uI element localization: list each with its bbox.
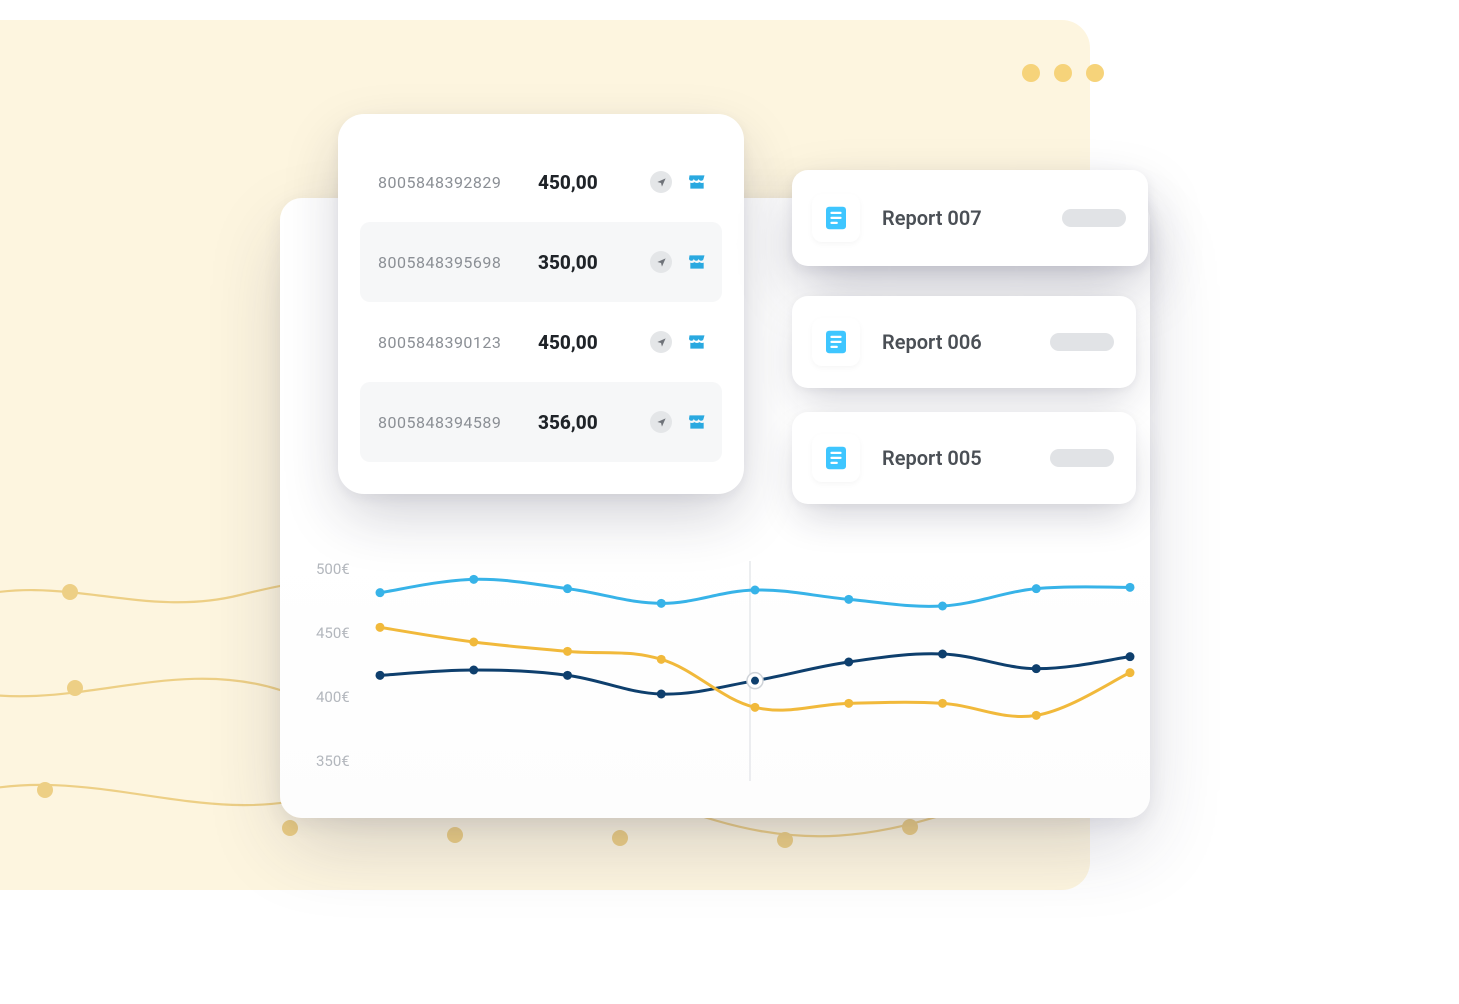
chart-point <box>751 703 760 712</box>
transaction-row[interactable]: 8005848394589 356,00 <box>360 382 722 462</box>
location-arrow-icon[interactable] <box>650 251 672 273</box>
chart-point <box>1032 711 1041 720</box>
chart-point <box>751 586 760 595</box>
window-traffic-dots <box>1022 64 1104 82</box>
transaction-row[interactable]: 8005848390123 450,00 <box>360 302 722 382</box>
chart-y-tick: 350€ <box>316 752 350 770</box>
chart-point <box>469 666 478 675</box>
report-meta-placeholder <box>1050 449 1114 467</box>
report-label: Report 005 <box>882 446 982 470</box>
report-label: Report 007 <box>882 206 982 230</box>
report-meta-placeholder <box>1050 333 1114 351</box>
transaction-id: 8005848392829 <box>378 173 538 192</box>
chart-point <box>657 599 666 608</box>
transaction-row[interactable]: 8005848392829 450,00 <box>360 142 722 222</box>
transaction-amount: 356,00 <box>538 411 628 434</box>
document-icon <box>812 318 860 366</box>
chart-point <box>1126 583 1135 592</box>
chart-point <box>1032 664 1041 673</box>
store-icon[interactable] <box>686 411 708 433</box>
chart-point <box>563 584 572 593</box>
chart-y-tick: 400€ <box>316 688 350 706</box>
report-card[interactable]: Report 007 <box>792 170 1148 266</box>
stage: 500€ 450€ 400€ 350€ 8005848392829 450,00… <box>0 0 1459 1004</box>
chart-y-tick: 500€ <box>316 560 350 578</box>
traffic-dot <box>1022 64 1040 82</box>
chart <box>370 556 1140 786</box>
chart-point <box>376 671 385 680</box>
transaction-row[interactable]: 8005848395698 350,00 <box>360 222 722 302</box>
chart-point <box>844 595 853 604</box>
chart-point <box>938 699 947 708</box>
chart-point <box>657 690 666 699</box>
chart-indicator-dot <box>751 677 759 685</box>
chart-point <box>469 575 478 584</box>
store-icon[interactable] <box>686 171 708 193</box>
chart-point <box>938 650 947 659</box>
location-arrow-icon[interactable] <box>650 331 672 353</box>
traffic-dot <box>1086 64 1104 82</box>
store-icon[interactable] <box>686 331 708 353</box>
transaction-id: 8005848395698 <box>378 253 538 272</box>
transaction-amount: 450,00 <box>538 171 628 194</box>
chart-point <box>1126 652 1135 661</box>
document-icon <box>812 434 860 482</box>
store-icon[interactable] <box>686 251 708 273</box>
document-icon <box>812 194 860 242</box>
chart-y-tick: 450€ <box>316 624 350 642</box>
traffic-dot <box>1054 64 1072 82</box>
chart-point <box>563 647 572 656</box>
chart-point <box>1126 668 1135 677</box>
transaction-amount: 350,00 <box>538 251 628 274</box>
chart-point <box>1032 584 1041 593</box>
transaction-amount: 450,00 <box>538 331 628 354</box>
chart-point <box>563 671 572 680</box>
transactions-card: 8005848392829 450,00 8005848395698 350,0… <box>338 114 744 494</box>
report-label: Report 006 <box>882 330 982 354</box>
location-arrow-icon[interactable] <box>650 171 672 193</box>
chart-point <box>376 588 385 597</box>
report-card[interactable]: Report 005 <box>792 412 1136 504</box>
chart-point <box>376 623 385 632</box>
report-meta-placeholder <box>1062 209 1126 227</box>
chart-point <box>844 699 853 708</box>
report-card[interactable]: Report 006 <box>792 296 1136 388</box>
transaction-id: 8005848394589 <box>378 413 538 432</box>
chart-point <box>469 638 478 647</box>
chart-point <box>938 602 947 611</box>
transaction-id: 8005848390123 <box>378 333 538 352</box>
chart-point <box>844 658 853 667</box>
chart-point <box>657 655 666 664</box>
location-arrow-icon[interactable] <box>650 411 672 433</box>
